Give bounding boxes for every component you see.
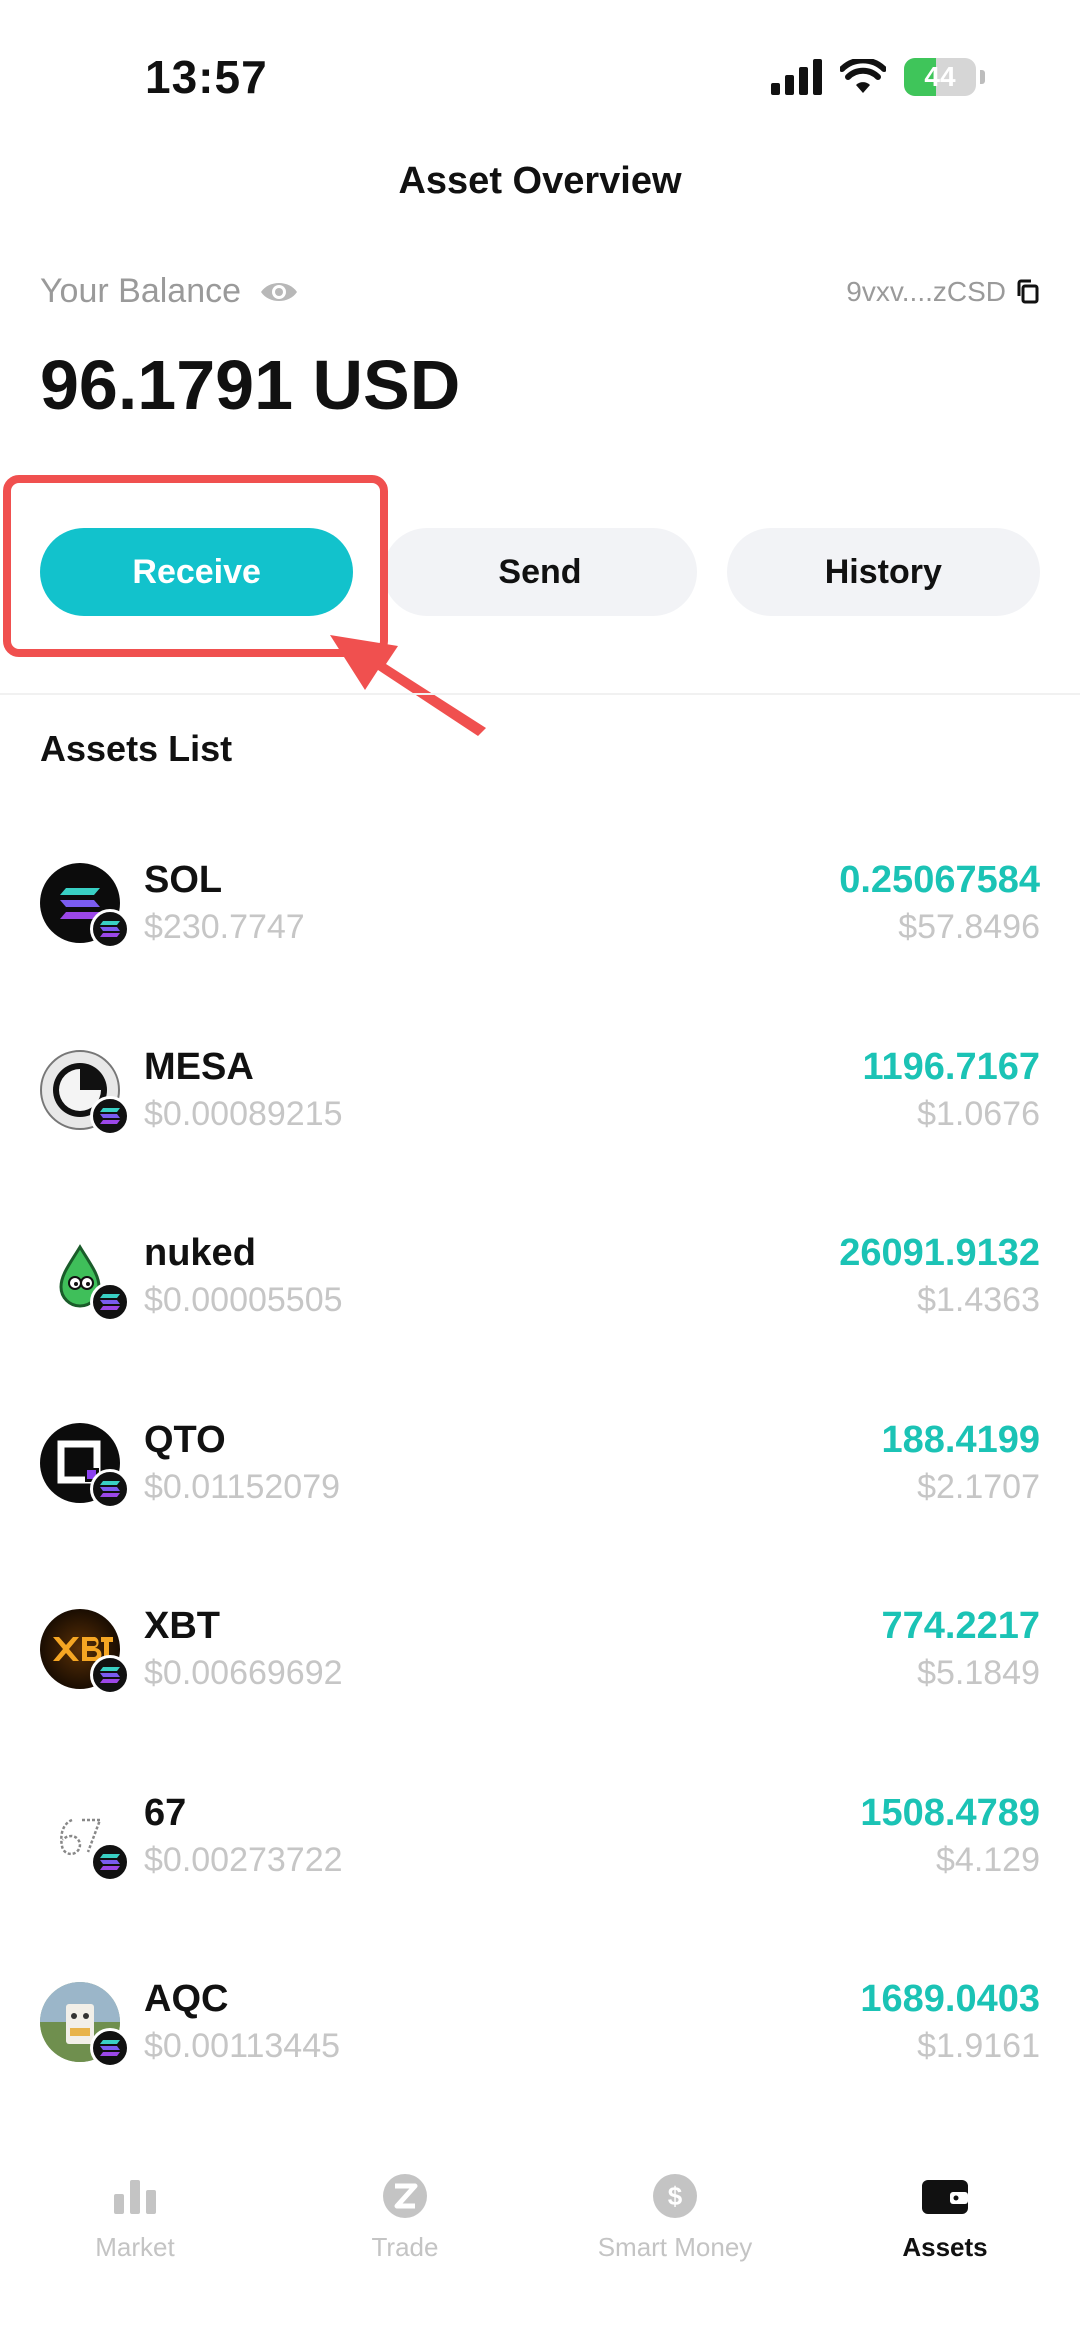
asset-price: $0.00089215 xyxy=(144,1094,343,1133)
asset-holdings: 0.25067584 $57.8496 xyxy=(839,859,1040,947)
asset-price: $0.00113445 xyxy=(144,2027,341,2066)
asset-amount: 188.4199 xyxy=(881,1418,1041,1461)
asset-value: $1.4363 xyxy=(917,1281,1040,1320)
wallet-icon xyxy=(919,2170,971,2222)
asset-symbol: SOL xyxy=(144,859,223,902)
asset-info: nuked $0.00005505 xyxy=(144,1232,839,1320)
asset-row-xbt[interactable]: XBT $0.00669692 774.2217 $5.1849 xyxy=(0,1556,1080,1743)
asset-holdings: 26091.9132 $1.4363 xyxy=(839,1232,1040,1320)
asset-amount: 1508.4789 xyxy=(860,1791,1040,1834)
token-icon xyxy=(40,1236,130,1323)
asset-holdings: 1196.7167 $1.0676 xyxy=(862,1046,1040,1134)
asset-price: $0.00005505 xyxy=(144,1281,343,1320)
asset-info: 67 $0.00273722 xyxy=(144,1792,860,1880)
asset-value: $4.129 xyxy=(936,1840,1040,1879)
solana-chain-icon xyxy=(90,909,130,950)
asset-symbol: nuked xyxy=(144,1232,256,1275)
asset-info: AQC $0.00113445 xyxy=(144,1978,860,2066)
tab-trade-label: Trade xyxy=(371,2232,439,2262)
solana-chain-icon xyxy=(90,1095,130,1136)
asset-list: SOL $230.7747 0.25067584 $57.8496 MESA $… xyxy=(0,810,1080,2116)
tab-market[interactable]: Market xyxy=(0,2170,270,2320)
asset-symbol: QTO xyxy=(144,1418,226,1461)
asset-value: $1.0676 xyxy=(917,1094,1040,1133)
asset-holdings: 1508.4789 $4.129 xyxy=(860,1792,1040,1880)
tab-smart-money-label: Smart Money xyxy=(597,2232,753,2262)
tab-trade[interactable]: Trade xyxy=(270,2170,540,2320)
asset-amount: 774.2217 xyxy=(881,1605,1041,1648)
asset-holdings: 1689.0403 $1.9161 xyxy=(860,1978,1040,2066)
asset-amount: 26091.9132 xyxy=(839,1232,1040,1275)
assets-list-title: Assets List xyxy=(40,728,233,769)
token-icon xyxy=(40,1982,130,2069)
asset-value: $57.8496 xyxy=(898,908,1040,947)
asset-symbol: AQC xyxy=(144,1978,229,2021)
solana-chain-icon xyxy=(90,2028,130,2069)
asset-value: $2.1707 xyxy=(917,1467,1040,1506)
asset-row-aqc[interactable]: AQC $0.00113445 1689.0403 $1.9161 xyxy=(0,1929,1080,2116)
tab-assets-label: Assets xyxy=(902,2232,988,2262)
solana-chain-icon xyxy=(90,1655,130,1696)
asset-holdings: 774.2217 $5.1849 xyxy=(882,1605,1041,1693)
asset-price: $230.7747 xyxy=(144,908,305,947)
asset-holdings: 188.4199 $2.1707 xyxy=(882,1419,1041,1507)
token-icon xyxy=(40,1795,130,1882)
annotation-arrow xyxy=(330,635,486,736)
asset-symbol: XBT xyxy=(144,1605,220,1648)
svg-text:$: $ xyxy=(668,2181,683,2211)
solana-chain-icon xyxy=(90,1468,130,1509)
asset-info: SOL $230.7747 xyxy=(144,859,839,947)
asset-price: $0.00669692 xyxy=(144,1654,343,1693)
token-icon xyxy=(40,863,130,950)
tab-smart-money[interactable]: $ Smart Money xyxy=(540,2170,810,2320)
asset-amount: 1196.7167 xyxy=(862,1045,1040,1088)
asset-row-mesa[interactable]: MESA $0.00089215 1196.7167 $1.0676 xyxy=(0,997,1080,1184)
asset-price: $0.00273722 xyxy=(144,1840,343,1879)
bar-chart-icon xyxy=(109,2170,161,2222)
asset-amount: 0.25067584 xyxy=(839,859,1040,902)
asset-info: QTO $0.01152079 xyxy=(144,1419,882,1507)
dollar-icon: $ xyxy=(649,2170,701,2222)
asset-row-nuked[interactable]: nuked $0.00005505 26091.9132 $1.4363 xyxy=(0,1183,1080,1370)
asset-value: $5.1849 xyxy=(917,1654,1040,1693)
asset-row-qto[interactable]: QTO $0.01152079 188.4199 $2.1707 xyxy=(0,1370,1080,1557)
bottom-tab-bar: Market Trade $ Smart Money Assets xyxy=(0,2170,1080,2320)
battery-icon: 44 xyxy=(904,58,976,96)
asset-value: $1.9161 xyxy=(917,2027,1040,2066)
token-icon xyxy=(40,1049,130,1136)
asset-info: XBT $0.00669692 xyxy=(144,1605,882,1693)
asset-symbol: MESA xyxy=(144,1045,254,1088)
divider xyxy=(0,693,1080,695)
asset-symbol: 67 xyxy=(144,1791,187,1834)
asset-info: MESA $0.00089215 xyxy=(144,1046,862,1134)
solana-chain-icon xyxy=(90,1282,130,1323)
asset-overview-screen: 13:57 44 Asset Overview Your Balance 9vx… xyxy=(0,0,1080,2346)
battery-level: 44 xyxy=(924,61,956,92)
tab-market-label: Market xyxy=(95,2232,175,2262)
token-icon xyxy=(40,1422,130,1509)
trade-z-icon xyxy=(379,2170,431,2222)
asset-amount: 1689.0403 xyxy=(860,1978,1040,2021)
asset-row-67[interactable]: 67 $0.00273722 1508.4789 $4.129 xyxy=(0,1743,1080,1930)
asset-price: $0.01152079 xyxy=(144,1467,341,1506)
tab-assets[interactable]: Assets xyxy=(810,2170,1080,2320)
token-icon xyxy=(40,1609,130,1696)
solana-chain-icon xyxy=(90,1841,130,1882)
asset-row-sol[interactable]: SOL $230.7747 0.25067584 $57.8496 xyxy=(0,810,1080,997)
